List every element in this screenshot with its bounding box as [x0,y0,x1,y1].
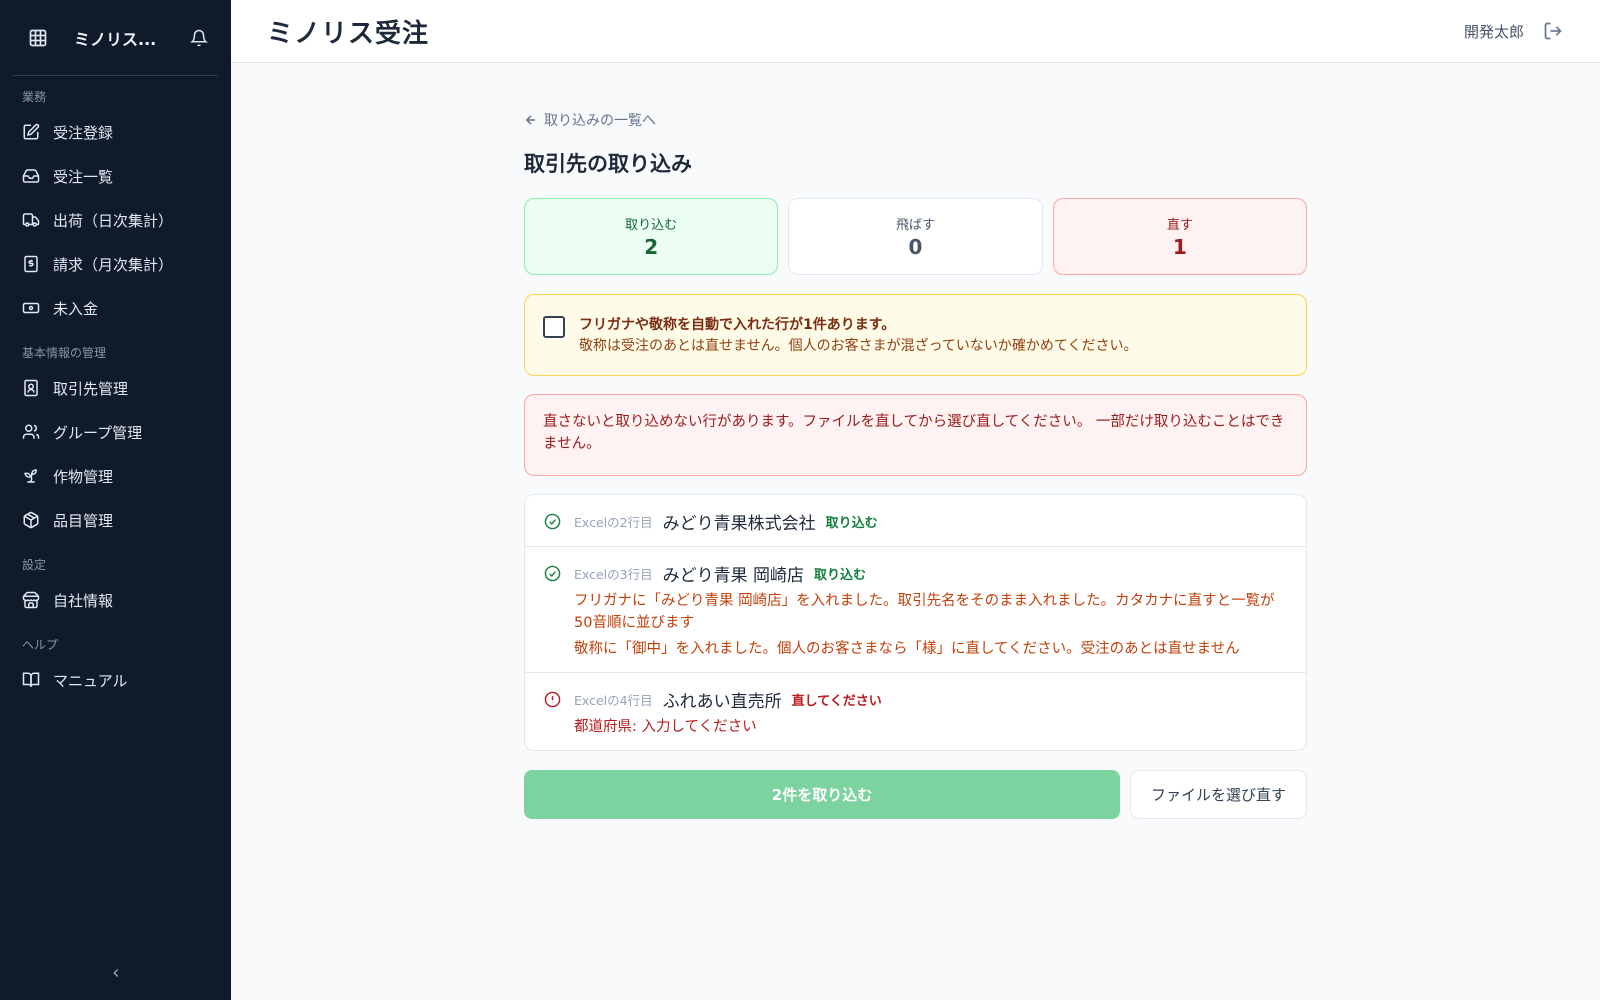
page-title: 取引先の取り込み [524,152,692,176]
back-link[interactable]: 取り込みの一覧へ [524,110,656,130]
page-header-title: ミノリス受注 [267,18,430,49]
stat-skip-label: 飛ばす [895,218,935,233]
sidebar-header: ミノリス... [13,0,218,76]
check-circle-icon [543,513,561,531]
import-button[interactable]: 2件を取り込む [524,770,1120,819]
chevron-left-icon [109,965,123,984]
bell-icon[interactable] [188,27,210,49]
sidebar-item-label: グループ管理 [53,423,143,442]
users-icon [22,423,40,441]
invoice-icon [22,255,40,273]
row-message: フリガナに「みどり青果 岡崎店」を入れました。取引先名をそのまま入れました。カタ… [574,593,1275,631]
stat-fix-label: 直す [1166,218,1193,233]
list-item: Excelの2行目 みどり青果株式会社 取り込む [525,495,1306,547]
sidebar-item-crops[interactable]: 作物管理 [0,454,231,498]
sidebar-item-label: 未入金 [53,299,99,318]
stat-skip-value: 0 [908,235,923,259]
row-source: Excelの2行目 [574,515,653,530]
error-alert: 直さないと取り込めない行があります。ファイルを直してから選び直してください。 一… [524,394,1307,476]
alert-circle-icon [543,691,561,709]
stat-fix: 直す 1 [1052,198,1307,275]
sidebar-item-label: 作物管理 [53,467,114,486]
sidebar-item-company[interactable]: 自社情報 [0,578,231,622]
list-item: Excelの3行目 みどり青果 岡崎店 取り込む フリガナに「みどり青果 岡崎店… [525,547,1306,673]
sidebar-section-master: 基本情報の管理 [22,346,107,360]
logout-icon[interactable] [1542,20,1564,42]
confirm-checkbox[interactable] [543,316,565,338]
reselect-file-button[interactable]: ファイルを選び直す [1130,770,1307,819]
sidebar-item-clients[interactable]: 取引先管理 [0,366,231,410]
sidebar-item-label: 品目管理 [53,511,114,530]
sidebar-item-label: 取引先管理 [53,379,129,398]
back-link-label: 取り込みの一覧へ [544,113,656,129]
sidebar-item-unpaid[interactable]: 未入金 [0,286,231,330]
stat-fix-value: 1 [1172,235,1187,259]
sidebar-item-label: 受注一覧 [53,167,114,186]
row-message: 敬称に「御中」を入れました。個人のお客さまなら「様」に直してください。受注のあと… [574,641,1240,657]
contact-icon [22,379,40,397]
book-icon [22,671,40,689]
sidebar-section-business: 業務 [22,90,47,104]
banknote-icon [22,299,40,317]
sidebar-item-products[interactable]: 品目管理 [0,498,231,542]
package-icon [22,511,40,529]
summary-stats: 取り込む 2 飛ばす 0 直す 1 [524,198,1307,275]
main-content: 取り込みの一覧へ 取引先の取り込み 取り込む 2 飛ばす 0 直す 1 フリガナ… [524,110,1307,819]
sidebar-item-label: マニュアル [53,671,128,690]
row-name: みどり青果株式会社 [662,514,816,534]
row-source: Excelの3行目 [574,567,653,582]
sidebar-section-help: ヘルプ [22,638,59,652]
store-icon [22,591,40,609]
arrow-left-icon [525,115,536,125]
list-item: Excelの4行目 ふれあい直売所 直してください 都道府県: 入力してください [525,673,1306,750]
sidebar-item-order-entry[interactable]: 受注登録 [0,110,231,154]
sidebar-item-label: 自社情報 [53,591,114,610]
row-message: 都道府県: 入力してください [574,719,757,735]
sprout-icon [22,467,40,485]
import-rows: Excelの2行目 みどり青果株式会社 取り込む Excelの3行目 みどり青果… [524,494,1307,751]
stat-import: 取り込む 2 [524,198,779,275]
sidebar-item-label: 受注登録 [53,123,114,142]
stat-import-label: 取り込む [625,218,678,233]
top-bar: ミノリス受注 開発太郎 [231,0,1600,63]
sidebar-section-settings: 設定 [22,558,47,572]
auto-fill-warning: フリガナや敬称を自動で入れた行が1件あります。 敬称は受注のあとは直せません。個… [524,294,1307,376]
action-bar: 2件を取り込む ファイルを選び直す [524,770,1307,819]
app-name[interactable]: ミノリス... [74,26,188,50]
status-badge: 取り込む [825,516,878,531]
truck-icon [22,211,40,229]
row-name: みどり青果 岡崎店 [662,566,804,586]
check-circle-icon [543,565,561,583]
warning-title: フリガナや敬称を自動で入れた行が1件あります。 [579,317,896,333]
sidebar-item-manual[interactable]: マニュアル [0,658,231,702]
stat-skip: 飛ばす 0 [788,198,1043,275]
grid-icon[interactable] [26,26,50,50]
sidebar-item-billing[interactable]: 請求（月次集計） [0,242,231,286]
row-source: Excelの4行目 [574,693,653,708]
sidebar: ミノリス... 業務 受注登録 受注一覧 出荷（日次集計） 請求（月次集計） 未… [0,0,231,1000]
sidebar-item-shipping[interactable]: 出荷（日次集計） [0,198,231,242]
inbox-icon [22,167,40,185]
user-name: 開発太郎 [1463,22,1524,41]
status-badge: 取り込む [813,568,866,583]
sidebar-item-groups[interactable]: グループ管理 [0,410,231,454]
edit-icon [22,123,40,141]
sidebar-item-label: 出荷（日次集計） [53,211,174,230]
warning-body: 敬称は受注のあとは直せません。個人のお客さまが混ざっていないか確かめてください。 [579,338,1138,354]
sidebar-item-order-list[interactable]: 受注一覧 [0,154,231,198]
stat-import-value: 2 [644,235,659,259]
status-badge: 直してください [791,694,882,709]
sidebar-item-label: 請求（月次集計） [53,255,174,274]
sidebar-collapse-button[interactable] [0,965,231,984]
row-name: ふれあい直売所 [662,692,782,712]
